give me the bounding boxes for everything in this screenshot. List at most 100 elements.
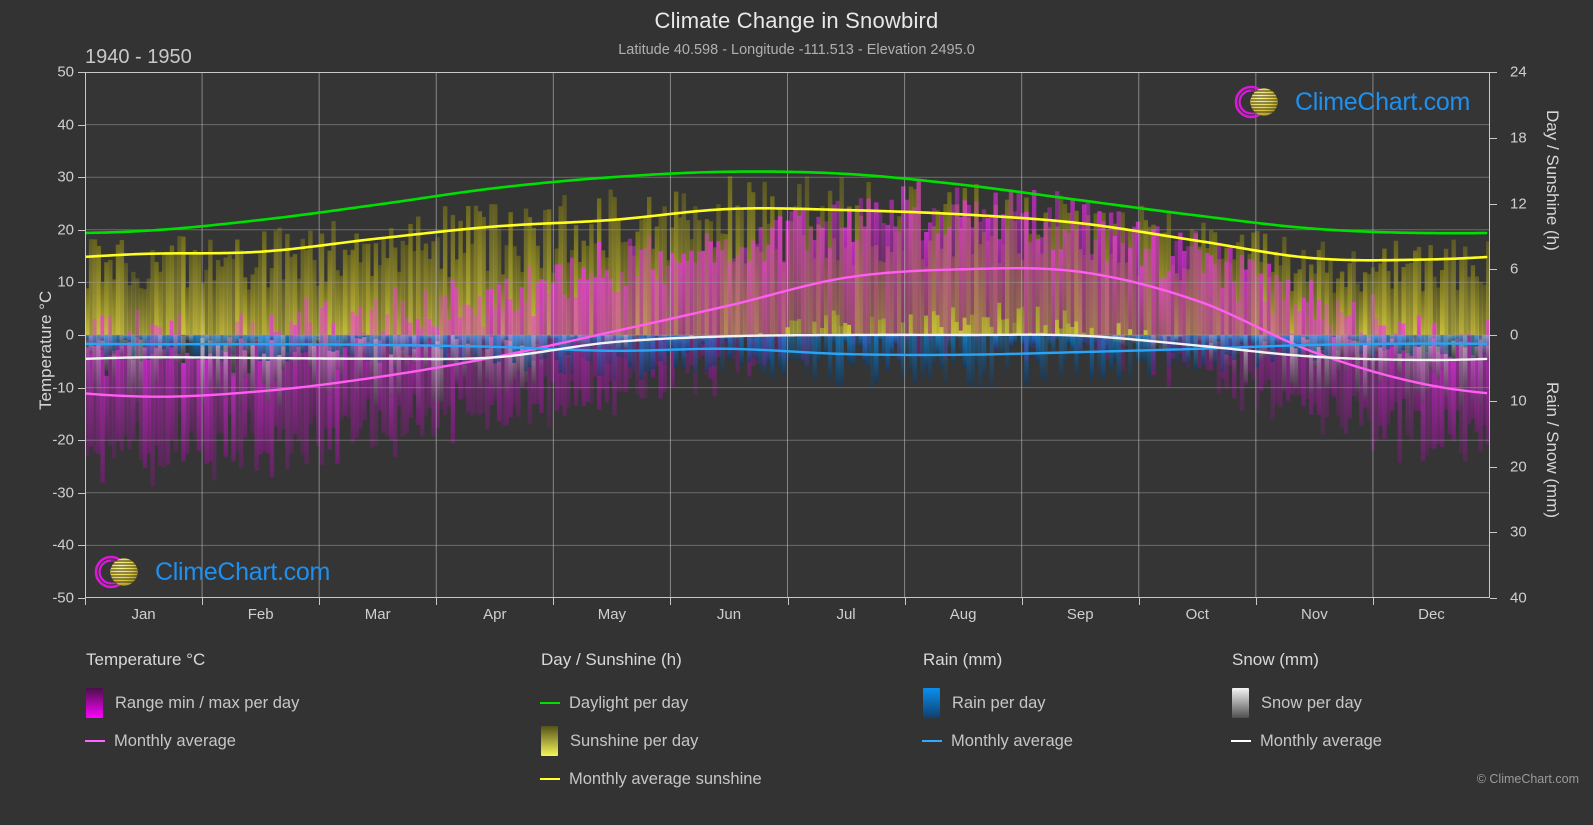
axis-left-tick-mark — [78, 229, 85, 231]
rain-day-bar — [912, 335, 918, 385]
legend-item-label: Monthly average — [1260, 731, 1382, 750]
sunshine-day-bar — [342, 249, 348, 335]
sunshine-day-bar — [212, 280, 217, 335]
sunshine-day-bar — [115, 244, 121, 335]
rain-day-bar — [500, 335, 506, 347]
rain-day-bar — [931, 335, 937, 366]
legend-item[interactable]: Sunshine per day — [541, 722, 762, 760]
legend-item[interactable]: Range min / max per day — [86, 684, 299, 722]
rain-day-bar — [1266, 335, 1272, 350]
legend-item[interactable]: Monthly average — [922, 722, 1073, 760]
rain-day-bar — [454, 335, 459, 339]
legend-line-icon — [540, 778, 560, 780]
rain-day-bar — [1470, 335, 1476, 360]
rain-day-bar — [935, 335, 941, 356]
sunshine-day-bar — [262, 231, 267, 335]
rain-day-bar — [585, 335, 590, 362]
legend-item-label: Snow per day — [1261, 693, 1362, 712]
temperature-range-bar — [1097, 211, 1102, 352]
rain-day-bar — [731, 335, 737, 355]
temperature-range-bar — [1166, 270, 1172, 387]
rain-day-bar — [566, 335, 571, 356]
temperature-range-bar — [916, 178, 921, 357]
temperature-range-bar — [543, 280, 548, 377]
rain-day-bar — [589, 335, 594, 363]
temperature-range-bar — [870, 212, 875, 317]
axis-bottom-tick-jun: Jun — [716, 606, 742, 623]
axis-right-bottom-title: Rain / Snow (mm) — [1543, 382, 1562, 519]
rain-day-bar — [1282, 335, 1287, 353]
temperature-range-bar — [1266, 263, 1272, 380]
rain-day-bar — [800, 335, 806, 364]
rain-day-bar — [639, 335, 644, 380]
axis-bottom-tick-mark — [904, 598, 906, 605]
rain-day-bar — [1451, 335, 1456, 341]
rain-day-bar — [893, 335, 898, 345]
rain-day-bar — [289, 335, 294, 357]
rain-day-bar — [928, 335, 933, 381]
temperature-range-bar — [970, 227, 975, 315]
rain-day-bar — [1070, 335, 1075, 353]
sunshine-day-bar — [1459, 258, 1464, 335]
sunshine-day-bar — [150, 249, 155, 335]
rain-day-bar — [154, 335, 159, 348]
rain-day-bar — [100, 335, 105, 341]
axis-left-tick: 20 — [57, 221, 74, 239]
rain-day-bar — [1320, 335, 1326, 351]
rain-day-bar — [947, 335, 952, 350]
copyright-label: © ClimeChart.com — [1476, 772, 1579, 786]
sunshine-day-bar — [185, 287, 190, 335]
temperature-range-bar — [596, 241, 602, 410]
rain-day-bar — [993, 335, 998, 350]
axis-bottom-tick-mark — [1372, 598, 1374, 605]
legend-item[interactable]: Monthly average sunshine — [540, 760, 762, 798]
legend-item[interactable]: Daylight per day — [540, 684, 762, 722]
temperature-range-bar — [1074, 229, 1079, 322]
sunshine-day-bar — [181, 236, 186, 335]
rain-day-bar — [466, 335, 471, 344]
axis-right-day-tick: 6 — [1510, 260, 1519, 278]
sunshine-day-bar — [1386, 270, 1391, 335]
legend-item[interactable]: Rain per day — [923, 684, 1073, 722]
rain-day-bar — [1201, 335, 1206, 366]
temperature-range-bar — [774, 219, 779, 352]
rain-day-bar — [620, 335, 625, 358]
rain-day-bar — [208, 335, 213, 341]
chart-plot-area — [85, 72, 1490, 598]
legend-item[interactable]: Snow per day — [1232, 684, 1382, 722]
sunshine-day-bar — [315, 285, 321, 335]
sunshine-day-bar — [161, 253, 167, 335]
temperature-range-bar — [931, 208, 937, 312]
sunshine-day-bar — [219, 266, 225, 335]
temperature-range-bar — [981, 209, 987, 318]
axis-bottom-tick-may: May — [597, 606, 627, 623]
rain-day-bar — [392, 335, 398, 345]
rain-day-bar — [962, 335, 968, 368]
rain-day-bar — [1039, 335, 1045, 380]
sunshine-day-bar — [1443, 248, 1449, 335]
legend-item[interactable]: Monthly average — [85, 722, 299, 760]
temperature-range-bar — [1139, 266, 1145, 336]
rain-day-bar — [827, 335, 833, 379]
rain-day-bar — [1012, 335, 1018, 344]
temperature-range-bar — [231, 372, 236, 462]
temperature-range-bar — [1251, 260, 1256, 380]
snow-day-bar — [1155, 335, 1160, 346]
rain-day-bar — [851, 335, 856, 367]
axis-left-tick: -30 — [52, 484, 74, 502]
sunshine-day-bar — [1436, 287, 1441, 335]
sunshine-day-bar — [231, 258, 236, 335]
rain-day-bar — [192, 335, 198, 358]
rain-day-bar — [908, 335, 914, 372]
temperature-range-bar — [1101, 221, 1106, 349]
rain-day-bar — [847, 335, 852, 364]
rain-day-bar — [673, 335, 679, 368]
rain-day-bar — [989, 335, 994, 388]
rain-day-bar — [854, 335, 860, 348]
axis-left-tick: -40 — [52, 536, 74, 554]
sunshine-day-bar — [173, 254, 178, 335]
rain-day-bar — [1128, 335, 1133, 381]
sunshine-day-bar — [1478, 281, 1483, 335]
legend-item-label: Range min / max per day — [115, 693, 300, 712]
legend-item[interactable]: Monthly average — [1231, 722, 1382, 760]
